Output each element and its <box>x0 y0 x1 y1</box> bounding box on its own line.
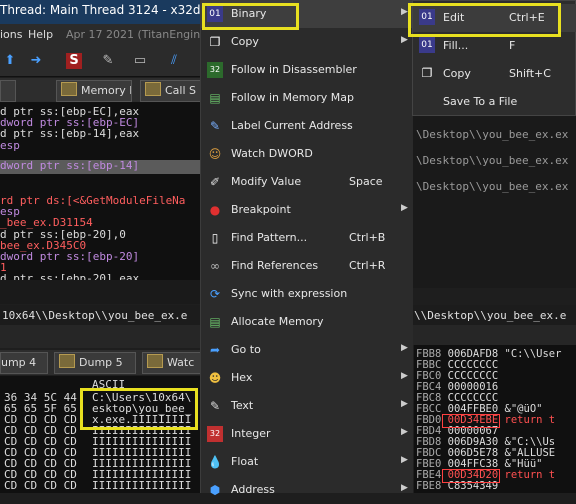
disasm-line[interactable]: rd ptr ds:[<&GetModuleFileNa <box>0 195 185 206</box>
log-line: \Desktop\\you_bee_ex.ex <box>416 128 569 141</box>
fill-icon: 01 <box>419 37 435 53</box>
disasm-line-selected[interactable]: dword ptr ss:[ebp-14] <box>0 160 200 174</box>
menu-item-follow-disassembler[interactable]: 32 Follow in Disassembler <box>201 56 413 84</box>
submenu-item-save-to-file[interactable]: Save To a File <box>413 88 576 116</box>
hex-row[interactable]: CD CD CD CD <box>4 480 77 492</box>
call-stack-icon <box>145 82 161 96</box>
tab-cpu[interactable] <box>0 80 16 102</box>
disasm-line[interactable]: d ptr ss:[ebp-14],eax <box>0 128 139 139</box>
pen-icon[interactable]: ✎ <box>100 53 116 69</box>
tabbar-dump: ump 4 Dump 5 Watc <box>0 350 202 375</box>
tab-memory-map[interactable]: Memory Map <box>56 80 132 102</box>
submenu-arrow-icon: ▶ <box>401 343 408 353</box>
tab-dump-4[interactable]: ump 4 <box>0 352 48 374</box>
right-pane-log: \Desktop\\you_bee_ex.ex \Desktop\\you_be… <box>412 108 576 288</box>
submenu-arrow-icon: ▶ <box>401 35 408 45</box>
menu-help[interactable]: Help <box>28 28 53 41</box>
disasm-line[interactable]: esp <box>0 140 20 151</box>
context-menu: 01 Binary ▶ ❐ Copy ▶ 32 Follow in Disass… <box>200 0 413 497</box>
menu-item-modify-value[interactable]: ✐ Modify Value Space <box>201 168 413 196</box>
menu-item-breakpoint[interactable]: ● Breakpoint ▶ <box>201 196 413 224</box>
tab-call-stack[interactable]: Call S <box>140 80 202 102</box>
info-box-right: \\Desktop\\you_bee_ex.e <box>412 305 576 325</box>
ruler-icon[interactable]: ▭ <box>132 53 148 69</box>
submenu-arrow-icon: ▶ <box>401 399 408 409</box>
binoculars-icon: ∞ <box>210 259 220 273</box>
modify-icon: ✐ <box>209 175 221 189</box>
info-box: 10x64\\Desktop\\you_bee_ex.e <box>0 305 200 325</box>
tab-watch[interactable]: Watc <box>142 352 202 374</box>
save-icon <box>419 93 435 109</box>
menu-item-find-pattern[interactable]: ▯ Find Pattern... Ctrl+B <box>201 224 413 252</box>
memory-map-icon <box>61 82 77 96</box>
menu-item-allocate-memory[interactable]: ▤ Allocate Memory <box>201 308 413 336</box>
cpu-icon: 32 <box>207 62 223 78</box>
menu-options[interactable]: ions <box>0 28 23 41</box>
menu-item-text[interactable]: ✎ Text ▶ <box>201 392 413 420</box>
log-line: \Desktop\\you_bee_ex.ex <box>416 180 569 193</box>
build-date: Apr 17 2021 (TitanEngine) <box>66 28 212 41</box>
submenu-arrow-icon: ▶ <box>401 427 408 437</box>
tab-dump-5[interactable]: Dump 5 <box>54 352 136 374</box>
submenu-item-copy[interactable]: ❐ Copy Shift+C <box>413 60 576 88</box>
disasm-line[interactable]: d ptr ss:[ebp-20],eax <box>0 273 139 280</box>
breakpoint-icon: ● <box>209 203 221 217</box>
disasm-line[interactable]: _bee_ex.D31154 <box>0 217 93 228</box>
submenu-arrow-icon: ▶ <box>401 203 408 213</box>
menu-item-copy[interactable]: ❐ Copy ▶ <box>201 28 413 56</box>
script-icon[interactable]: S <box>66 53 82 69</box>
menu-item-float[interactable]: 💧 Float ▶ <box>201 448 413 476</box>
menu-item-sync-expression[interactable]: ⟳ Sync with expression <box>201 280 413 308</box>
return-address-box <box>442 469 500 483</box>
dump-icon <box>59 354 75 368</box>
watch-icon: ☺ <box>208 147 222 161</box>
submenu-arrow-icon: ▶ <box>401 455 408 465</box>
copy-icon: ❐ <box>209 35 221 49</box>
menu-bar: ions Help Apr 17 2021 (TitanEngine) <box>0 24 211 46</box>
info-box-blank <box>0 325 200 348</box>
stripes-icon[interactable]: ⫽ <box>166 53 182 69</box>
menu-item-address[interactable]: ⬢ Address ▶ <box>201 476 413 504</box>
menu-item-hex[interactable]: ☻ Hex ▶ <box>201 364 413 392</box>
log-line: \Desktop\\you_bee_ex.ex <box>416 154 569 167</box>
menu-item-follow-memory-map[interactable]: ▤ Follow in Memory Map <box>201 84 413 112</box>
menu-item-go-to[interactable]: ➦ Go to ▶ <box>201 336 413 364</box>
float-icon: 💧 <box>207 455 223 469</box>
watch-icon <box>147 354 163 368</box>
submenu-arrow-icon: ▶ <box>401 483 408 493</box>
hex-icon: ☻ <box>208 371 222 385</box>
goto-icon: ➦ <box>209 343 221 357</box>
return-address-box <box>442 414 500 428</box>
menu-item-integer[interactable]: 32 Integer ▶ <box>201 420 413 448</box>
copy-icon: ❐ <box>421 66 433 80</box>
info-box-right-blank <box>412 325 576 345</box>
label-icon: ✎ <box>209 119 221 133</box>
tabbar-top: Memory Map Call S <box>0 78 202 103</box>
toolbar: ⬆ ➜ S ✎ ▭ ⫽ <box>0 46 200 77</box>
address-icon: ⬢ <box>209 483 221 497</box>
disasm-line[interactable]: dword ptr ss:[ebp-20] <box>0 251 139 262</box>
highlight-box-edit <box>408 3 561 37</box>
ascii-row[interactable]: IIIIIIIIIIIIIII <box>92 480 191 492</box>
memory-map-icon: ▤ <box>209 91 221 105</box>
submenu-arrow-icon: ▶ <box>401 371 408 381</box>
text-icon: ✎ <box>209 399 221 413</box>
menu-item-watch-dword[interactable]: ☺ Watch DWORD <box>201 140 413 168</box>
allocate-icon: ▤ <box>209 315 221 329</box>
step-up-icon[interactable]: ⬆ <box>2 53 18 69</box>
submenu-arrow-icon: ▶ <box>401 7 408 17</box>
run-to-cursor-icon[interactable]: ➜ <box>28 53 44 69</box>
disassembly-view[interactable]: d ptr ss:[ebp-EC],eax dword ptr ss:[ebp-… <box>0 103 200 280</box>
menu-item-label-address[interactable]: ✎ Label Current Address : <box>201 112 413 140</box>
sync-icon: ⟳ <box>209 287 221 301</box>
highlight-box-binary <box>202 3 299 30</box>
integer-icon: 32 <box>207 426 223 442</box>
pane-separator <box>0 280 200 304</box>
stack-view[interactable]: FBB8 006DAFD8 "C:\\User FBBC CCCCCCCC FB… <box>414 345 576 493</box>
find-pattern-icon: ▯ <box>211 231 219 245</box>
highlight-box-ascii <box>80 388 198 430</box>
menu-item-find-references[interactable]: ∞ Find References Ctrl+R <box>201 252 413 280</box>
